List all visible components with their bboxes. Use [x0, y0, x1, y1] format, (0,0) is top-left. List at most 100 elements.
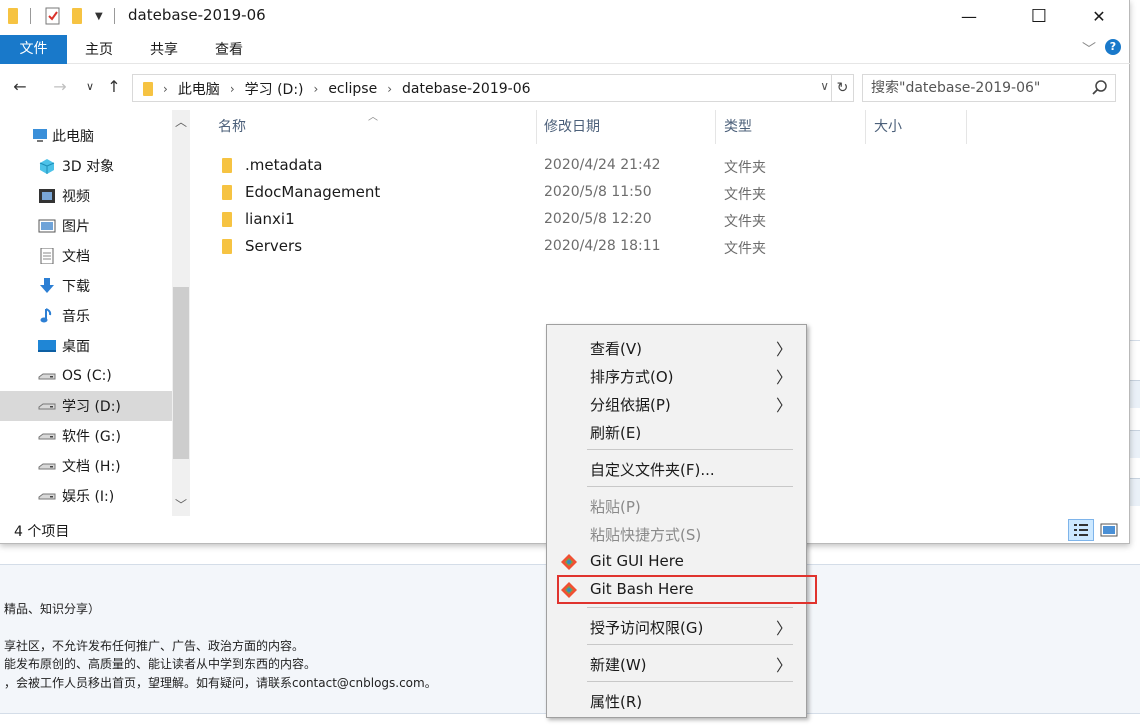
breadcrumb-item[interactable]: 此电脑 — [172, 79, 226, 99]
nav-item-drive-i[interactable]: 娱乐 (I:) — [0, 481, 172, 511]
file-row[interactable]: .metadata 2020/4/24 21:42 文件夹 — [210, 152, 1010, 179]
menu-item-sort-by[interactable]: 排序方式(O) 〉 — [549, 361, 804, 389]
nav-item-3d-objects[interactable]: 3D 对象 — [0, 151, 172, 181]
nav-item-this-pc[interactable]: 此电脑 — [0, 121, 172, 151]
nav-item-documents[interactable]: 文档 — [0, 241, 172, 271]
breadcrumb-separator-icon[interactable]: › — [226, 82, 239, 96]
pictures-icon — [38, 219, 56, 233]
address-dropdown-chevron-icon[interactable]: ∨ — [820, 79, 829, 93]
search-input[interactable] — [871, 79, 1081, 97]
background-edge — [1130, 380, 1140, 408]
submenu-chevron-icon: 〉 — [775, 368, 792, 387]
minimize-button[interactable]: — — [946, 0, 992, 32]
nav-item-downloads[interactable]: 下载 — [0, 271, 172, 301]
background-text-line: 精品、知识分享） — [4, 602, 101, 616]
menu-item-new[interactable]: 新建(W) 〉 — [549, 649, 804, 677]
submenu-chevron-icon: 〉 — [775, 340, 792, 359]
nav-item-label: 软件 (G:) — [62, 429, 121, 445]
breadcrumb-item[interactable]: 学习 (D:) — [239, 79, 310, 99]
nav-scrollbar[interactable]: ︿ ﹀ — [172, 110, 190, 516]
file-name: EdocManagement — [245, 183, 381, 201]
large-icons-view-button[interactable] — [1096, 519, 1122, 541]
nav-item-drive-g[interactable]: 软件 (G:) — [0, 421, 172, 451]
column-header-name[interactable]: 名称 — [210, 110, 537, 144]
new-folder-quick-access-icon[interactable] — [72, 7, 82, 25]
search-icon[interactable] — [1091, 79, 1109, 97]
up-arrow-icon[interactable]: ↑ — [104, 77, 124, 97]
file-row[interactable]: lianxi1 2020/5/8 12:20 文件夹 — [210, 206, 1010, 233]
forward-arrow-icon[interactable]: → — [50, 77, 70, 97]
nav-item-label: 学习 (D:) — [62, 399, 121, 415]
scrollbar-thumb[interactable] — [173, 287, 189, 459]
file-row[interactable]: Servers 2020/4/28 18:11 文件夹 — [210, 233, 1010, 260]
drive-icon — [38, 373, 56, 380]
menu-item-refresh[interactable]: 刷新(E) — [549, 417, 804, 445]
column-header-modified[interactable]: 修改日期 — [536, 110, 716, 144]
submenu-chevron-icon: 〉 — [775, 656, 792, 675]
menu-item-paste: 粘贴(P) — [549, 491, 804, 519]
background-edge — [1130, 430, 1140, 458]
search-box[interactable] — [862, 74, 1116, 102]
video-icon — [39, 189, 55, 203]
menu-item-group-by[interactable]: 分组依据(P) 〉 — [549, 389, 804, 417]
tab-home[interactable]: 主页 — [72, 36, 126, 64]
context-menu: 查看(V) 〉 排序方式(O) 〉 分组依据(P) 〉 刷新(E) 自定义文件夹… — [546, 324, 807, 718]
menu-separator — [587, 607, 793, 608]
menu-item-customize-folder[interactable]: 自定义文件夹(F)... — [549, 454, 804, 482]
submenu-chevron-icon: 〉 — [775, 619, 792, 638]
nav-item-drive-d[interactable]: 学习 (D:) — [0, 391, 172, 421]
menu-item-label: 刷新(E) — [590, 424, 642, 442]
back-arrow-icon[interactable]: ← — [10, 77, 30, 97]
file-row[interactable]: EdocManagement 2020/5/8 11:50 文件夹 — [210, 179, 1010, 206]
title-bar: ▼ datebase-2019-06 — ☐ ✕ — [0, 0, 1130, 33]
breadcrumb-separator-icon[interactable]: › — [310, 82, 323, 96]
menu-item-label: 授予访问权限(G) — [590, 619, 704, 637]
maximize-button[interactable]: ☐ — [1016, 0, 1062, 32]
nav-item-pictures[interactable]: 图片 — [0, 211, 172, 241]
menu-item-git-gui-here[interactable]: Git GUI Here — [549, 547, 804, 575]
nav-item-videos[interactable]: 视频 — [0, 181, 172, 211]
tab-file[interactable]: 文件 — [0, 35, 67, 64]
breadcrumb-separator-icon[interactable]: › — [159, 82, 172, 96]
refresh-icon[interactable]: ↻ — [831, 75, 853, 101]
submenu-chevron-icon: 〉 — [775, 396, 792, 415]
tab-view[interactable]: 查看 — [202, 36, 256, 64]
menu-item-give-access[interactable]: 授予访问权限(G) 〉 — [549, 612, 804, 640]
breadcrumb: › 此电脑 › 学习 (D:) › eclipse › datebase-201… — [143, 79, 537, 99]
column-header-size[interactable]: 大小 — [866, 110, 967, 144]
nav-item-label: 此电脑 — [52, 129, 94, 145]
breadcrumb-item[interactable]: datebase-2019-06 — [396, 81, 537, 97]
background-text-line: ，会被工作人员移出首页，望理解。如有疑问，请联系contact@cnblogs.… — [4, 676, 437, 690]
breadcrumb-separator-icon[interactable]: › — [383, 82, 396, 96]
recent-locations-chevron-icon[interactable]: ∨ — [80, 77, 100, 97]
tab-share[interactable]: 共享 — [137, 36, 191, 64]
window-folder-icon — [8, 7, 18, 25]
nav-item-desktop[interactable]: 桌面 — [0, 331, 172, 361]
close-button[interactable]: ✕ — [1076, 0, 1122, 32]
drive-icon — [38, 433, 56, 440]
properties-quick-access-icon[interactable] — [44, 7, 62, 25]
scroll-up-chevron-icon[interactable]: ︿ — [172, 113, 190, 130]
column-header-type[interactable]: 类型 — [716, 110, 866, 144]
help-icon[interactable]: ? — [1105, 39, 1121, 55]
drive-icon — [38, 463, 56, 470]
nav-item-drive-c[interactable]: OS (C:) — [0, 361, 172, 391]
menu-item-properties[interactable]: 属性(R) — [549, 686, 804, 714]
nav-item-music[interactable]: 音乐 — [0, 301, 172, 331]
menu-item-label: 粘贴快捷方式(S) — [590, 526, 702, 544]
ribbon-expand-chevron-icon[interactable]: ﹀ — [1082, 39, 1096, 59]
details-view-button[interactable] — [1068, 519, 1094, 541]
folder-icon — [222, 239, 232, 254]
menu-item-view[interactable]: 查看(V) 〉 — [549, 333, 804, 361]
menu-item-label: 粘贴(P) — [590, 498, 641, 516]
file-modified: 2020/4/24 21:42 — [544, 157, 661, 173]
nav-item-drive-h[interactable]: 文档 (H:) — [0, 451, 172, 481]
menu-separator — [587, 486, 793, 487]
customize-quick-access-chevron-icon[interactable]: ▼ — [95, 7, 103, 25]
menu-item-label: 排序方式(O) — [590, 368, 674, 386]
breadcrumb-item[interactable]: eclipse — [322, 81, 383, 97]
background-text-line: 能发布原创的、高质量的、能让读者从中学到东西的内容。 — [4, 657, 317, 671]
nav-item-label: 娱乐 (I:) — [62, 489, 115, 505]
address-bar[interactable]: › 此电脑 › 学习 (D:) › eclipse › datebase-201… — [132, 74, 854, 102]
scroll-down-chevron-icon[interactable]: ﹀ — [172, 496, 190, 513]
